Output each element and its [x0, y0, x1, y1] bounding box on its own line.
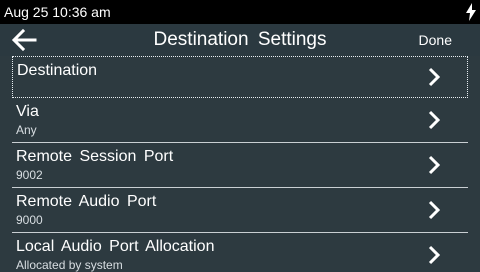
list-item-label: Destination [17, 62, 98, 79]
list-item-label: Remote Audio Port [16, 193, 157, 210]
list-item-local-audio-port-allocation[interactable]: Local Audio Port Allocation Allocated by… [12, 233, 468, 272]
chevron-right-icon [428, 110, 440, 130]
status-time: Aug 25 10:36 am [4, 4, 111, 20]
list-item-label: Remote Session Port [16, 148, 174, 165]
back-button[interactable] [10, 28, 38, 52]
status-bar: Aug 25 10:36 am [0, 0, 480, 24]
list-item-label: Via [16, 103, 39, 120]
chevron-right-icon [428, 245, 440, 265]
app-bar: Destination Settings Done [0, 24, 480, 56]
list-item-value: Allocated by system [16, 258, 123, 272]
done-button[interactable]: Done [419, 24, 452, 56]
chevron-right-icon [428, 67, 440, 87]
list-item-remote-audio-port[interactable]: Remote Audio Port 9000 [12, 188, 468, 233]
charging-bolt-icon [466, 3, 476, 21]
chevron-right-icon [428, 200, 440, 220]
settings-list: Destination Via Any Remote Session Port … [0, 56, 480, 272]
list-item-value: 9000 [16, 213, 43, 227]
list-item-label: Local Audio Port Allocation [16, 238, 215, 255]
list-item-value: 9002 [16, 168, 43, 182]
chevron-right-icon [428, 155, 440, 175]
list-item-destination[interactable]: Destination [12, 56, 468, 98]
list-item-remote-session-port[interactable]: Remote Session Port 9002 [12, 143, 468, 188]
back-arrow-icon [11, 29, 37, 51]
page-title: Destination Settings [153, 29, 327, 50]
list-item-value: Any [16, 123, 37, 137]
list-item-via[interactable]: Via Any [12, 98, 468, 143]
